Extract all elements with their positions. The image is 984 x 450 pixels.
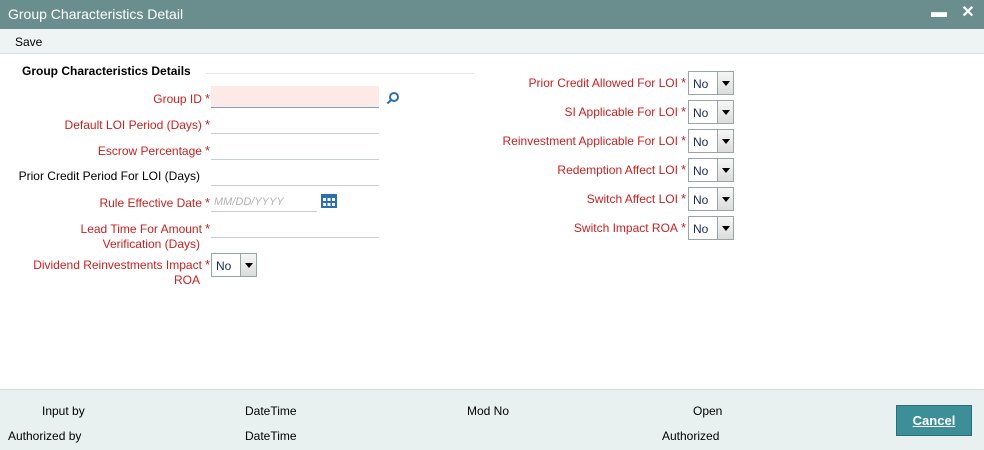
switch-impact-roa-label: Switch Impact ROA * — [573, 220, 686, 235]
required-marker: * — [680, 104, 686, 119]
switch-affect-label: Switch Affect LOI * — [586, 191, 686, 206]
section-title: Group Characteristics Details — [22, 64, 191, 78]
chevron-down-icon — [717, 130, 733, 152]
required-marker: * — [204, 257, 210, 272]
rule-effective-date-input[interactable] — [211, 190, 317, 212]
rule-effective-date-label: Rule Effective Date * — [99, 195, 210, 210]
required-marker: * — [204, 91, 210, 106]
default-loi-period-input[interactable] — [211, 112, 379, 134]
required-marker: * — [680, 133, 686, 148]
escrow-percentage-label: Escrow Percentage * — [97, 143, 210, 158]
required-marker: * — [204, 221, 210, 236]
chevron-down-icon — [240, 254, 256, 276]
cancel-button[interactable]: Cancel — [896, 405, 972, 436]
required-marker: * — [204, 195, 210, 210]
open-status-label: Open — [693, 404, 723, 418]
required-marker: * — [680, 191, 686, 206]
reinvestment-applicable-label: Reinvestment Applicable For LOI * — [502, 133, 686, 148]
datetime-label: DateTime — [245, 404, 297, 418]
prior-credit-allowed-select[interactable]: No — [688, 71, 734, 95]
datetime-label: DateTime — [245, 429, 297, 443]
close-icon[interactable]: ✕ — [959, 4, 977, 22]
required-marker: * — [204, 143, 210, 158]
prior-credit-period-label: Prior Credit Period For LOI (Days) — [18, 169, 200, 183]
lead-time-label: Lead Time For Amount * Verification (Days… — [80, 221, 210, 251]
lead-time-input[interactable] — [211, 216, 379, 238]
switch-impact-roa-select[interactable]: No — [688, 216, 734, 240]
input-by-label: Input by — [42, 404, 85, 418]
si-applicable-select[interactable]: No — [688, 100, 734, 124]
dividend-reinvestments-label: Dividend Reinvestments Impact * ROA — [33, 257, 210, 287]
si-applicable-label: SI Applicable For LOI * — [564, 104, 686, 119]
audit-footer: Input by Authorized by DateTime DateTime… — [0, 389, 984, 450]
title-bar: Group Characteristics Detail ▬ ✕ — [0, 0, 984, 29]
redemption-affect-select[interactable]: No — [688, 158, 734, 182]
default-loi-period-label: Default LOI Period (Days) * — [64, 117, 210, 132]
group-id-label: Group ID * — [153, 91, 210, 106]
required-marker: * — [680, 220, 686, 235]
prior-credit-period-input[interactable] — [211, 164, 379, 186]
required-marker: * — [204, 117, 210, 132]
chevron-down-icon — [717, 101, 733, 123]
switch-affect-select[interactable]: No — [688, 187, 734, 211]
required-marker: * — [680, 162, 686, 177]
save-button[interactable]: Save — [15, 35, 42, 49]
window-title: Group Characteristics Detail — [8, 6, 184, 22]
escrow-percentage-input[interactable] — [211, 138, 379, 160]
reinvestment-applicable-select[interactable]: No — [688, 129, 734, 153]
redemption-affect-label: Redemption Affect LOI * — [557, 162, 686, 177]
mod-no-label: Mod No — [467, 404, 510, 418]
chevron-down-icon — [717, 217, 733, 239]
authorized-by-label: Authorized by — [8, 429, 82, 443]
section-divider — [206, 73, 474, 74]
group-id-input[interactable] — [211, 86, 379, 108]
toolbar: Save — [0, 29, 984, 54]
chevron-down-icon — [717, 72, 733, 94]
authorized-status-label: Authorized — [662, 429, 720, 443]
chevron-down-icon — [717, 159, 733, 181]
required-marker: * — [680, 75, 686, 90]
prior-credit-allowed-label: Prior Credit Allowed For LOI * — [528, 75, 686, 90]
minimize-icon[interactable]: ▬ — [930, 4, 948, 22]
calendar-icon[interactable] — [320, 193, 338, 209]
dividend-reinvestments-select[interactable]: No — [211, 253, 257, 277]
search-icon[interactable] — [386, 91, 400, 105]
chevron-down-icon — [717, 188, 733, 210]
